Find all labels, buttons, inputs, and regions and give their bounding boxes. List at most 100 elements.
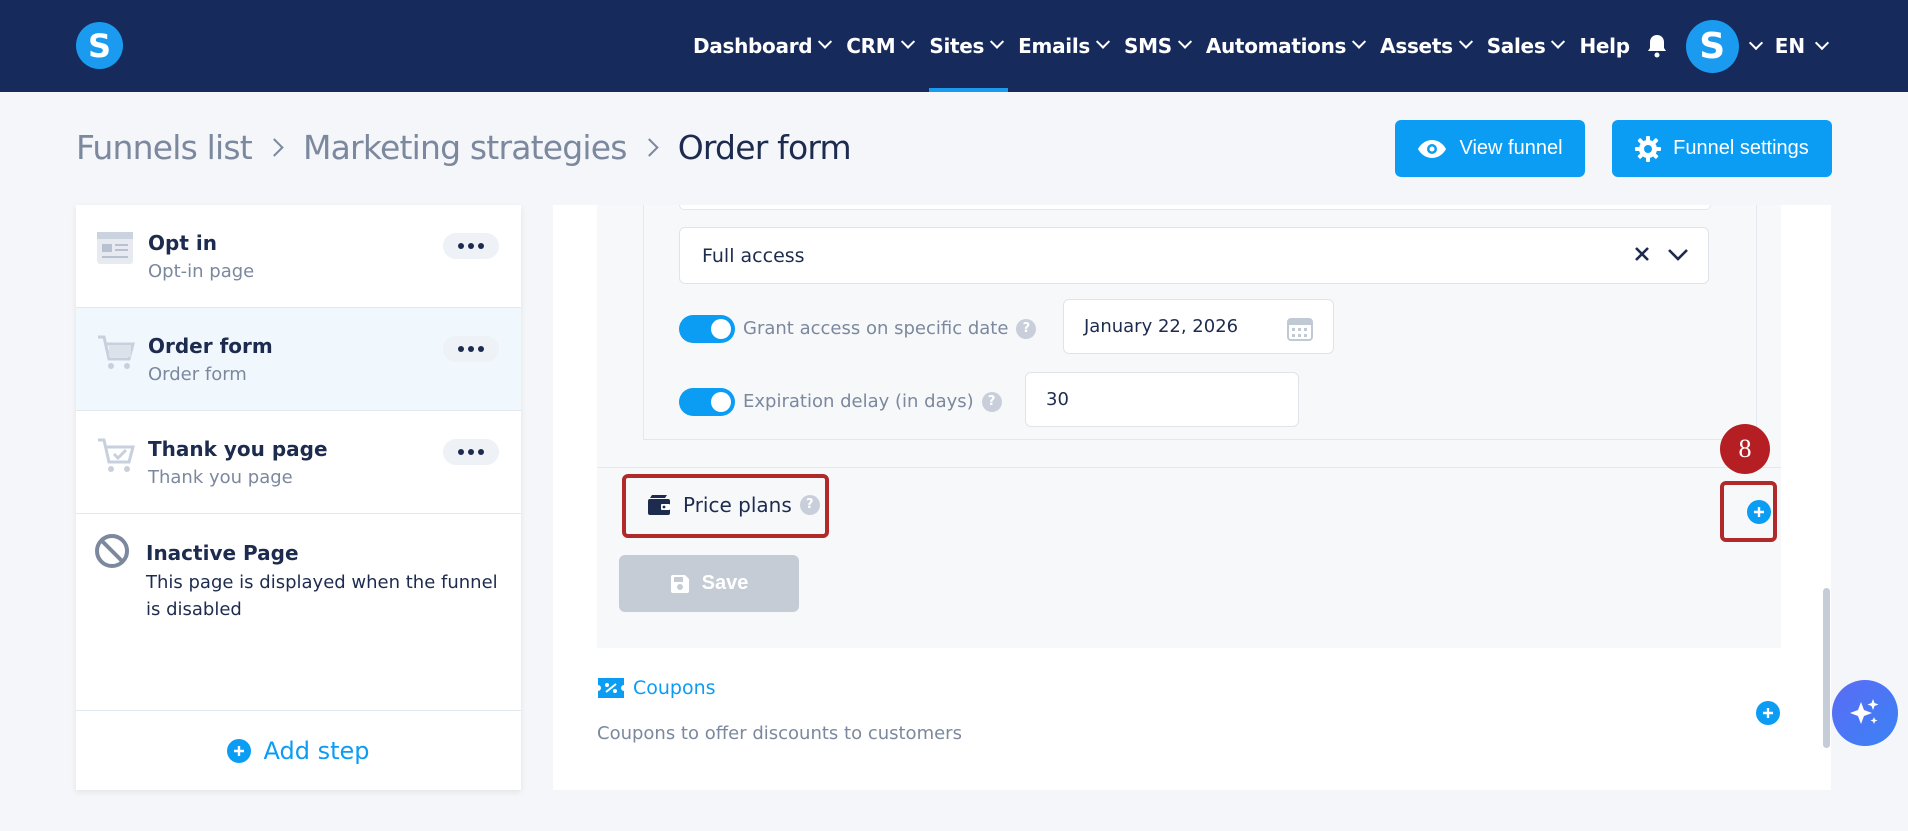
chevron-down-icon[interactable] — [1666, 244, 1690, 264]
add-step-button[interactable]: Add step — [76, 710, 521, 790]
chevron-down-icon — [1352, 34, 1367, 49]
save-label: Save — [701, 572, 749, 594]
view-funnel-label: View funnel — [1459, 137, 1563, 159]
step-title: Opt in — [148, 231, 217, 255]
divider — [597, 467, 1781, 468]
scrollbar[interactable] — [1823, 588, 1830, 748]
chevron-down-icon — [1095, 34, 1111, 49]
expiration-days-value: 30 — [1046, 389, 1069, 410]
nav-label: Assets — [1380, 34, 1453, 58]
coupons-title: Coupons — [633, 677, 716, 699]
cart-icon — [98, 335, 135, 369]
chevron-down-icon — [901, 34, 916, 49]
step-title: Order form — [148, 334, 273, 358]
access-type-value: Full access — [702, 244, 805, 267]
add-coupon-button[interactable] — [1756, 701, 1780, 725]
nav-dashboard[interactable]: Dashboard — [685, 0, 838, 92]
plus-circle-icon — [227, 738, 252, 763]
help-icon[interactable]: ? — [1016, 319, 1037, 339]
gear-icon — [1635, 135, 1662, 162]
nav-label: Emails — [1018, 34, 1090, 58]
nav-label: Help — [1579, 34, 1630, 58]
nav-label: CRM — [846, 34, 896, 58]
calendar-icon[interactable] — [1287, 315, 1313, 341]
funnel-settings-button[interactable]: Funnel settings — [1612, 120, 1832, 177]
grant-date-value: January 22, 2026 — [1084, 316, 1239, 337]
chevron-right-icon — [639, 138, 659, 157]
nav-crm[interactable]: CRM — [838, 0, 921, 92]
app-logo[interactable]: S — [76, 22, 123, 69]
coupon-icon — [598, 678, 624, 698]
nav-automations[interactable]: Automations — [1198, 0, 1372, 92]
cropped-field — [679, 205, 1711, 210]
expiration-label: Expiration delay (in days)? — [743, 391, 1002, 412]
inactive-page-title[interactable]: Inactive Page — [146, 541, 299, 565]
more-options-button[interactable] — [443, 336, 499, 362]
language-selector[interactable]: EN — [1775, 34, 1805, 58]
save-button[interactable]: Save — [619, 555, 799, 612]
grant-access-toggle[interactable] — [679, 315, 735, 343]
breadcrumb: Funnels list Marketing strategies Order … — [76, 128, 852, 167]
more-options-button[interactable] — [443, 439, 499, 465]
nav-sales[interactable]: Sales — [1479, 0, 1572, 92]
step-opt-in[interactable]: Opt in Opt-in page — [76, 205, 521, 308]
grant-date-input[interactable]: January 22, 2026 — [1063, 299, 1334, 354]
highlight-price-plans — [622, 474, 829, 538]
chevron-down-icon — [990, 34, 1005, 49]
plus-icon — [1763, 708, 1773, 718]
page-title: Order form — [677, 128, 852, 167]
inactive-page-description: This page is displayed when the funnel i… — [146, 572, 498, 620]
nav-emails[interactable]: Emails — [1010, 0, 1116, 92]
nav-label: Automations — [1205, 34, 1347, 58]
funnel-steps-panel: Opt in Opt-in page Order form Order form… — [76, 205, 521, 790]
breadcrumb-marketing-strategies[interactable]: Marketing strategies — [303, 128, 628, 167]
chevron-down-icon[interactable] — [1748, 35, 1763, 51]
nav-label: SMS — [1124, 34, 1172, 58]
bell-icon[interactable] — [1646, 34, 1668, 58]
step-subtitle: Opt-in page — [148, 261, 255, 282]
step-subtitle: Order form — [148, 364, 247, 385]
nav-sites[interactable]: Sites — [921, 0, 1010, 92]
expiration-days-input[interactable]: 30 — [1025, 372, 1299, 427]
breadcrumb-funnels-list[interactable]: Funnels list — [76, 128, 253, 167]
more-options-button[interactable] — [443, 233, 499, 259]
step-number-badge: 8 — [1720, 424, 1770, 474]
grant-access-label: Grant access on specific date? — [743, 318, 1037, 339]
help-icon[interactable]: ? — [981, 392, 1002, 412]
view-funnel-button[interactable]: View funnel — [1395, 120, 1585, 177]
disabled-icon — [95, 534, 129, 568]
coupons-description: Coupons to offer discounts to customers — [597, 723, 962, 744]
nav-label: Sales — [1486, 34, 1546, 58]
coupons-header: Coupons — [597, 677, 716, 699]
step-title: Thank you page — [148, 437, 328, 461]
add-step-label: Add step — [263, 736, 370, 765]
main-nav: Dashboard CRM Sites Emails SMS Automatio… — [685, 0, 1841, 92]
floppy-disk-icon — [670, 574, 689, 593]
chevron-down-icon — [1177, 34, 1192, 49]
nav-label: Dashboard — [693, 34, 813, 58]
highlight-add-price-plan — [1720, 481, 1777, 542]
sparkles-icon — [1850, 699, 1879, 724]
chevron-down-icon[interactable] — [1815, 35, 1830, 51]
expiration-toggle[interactable] — [679, 388, 735, 416]
funnel-settings-label: Funnel settings — [1673, 137, 1809, 159]
chevron-down-icon — [818, 34, 833, 49]
eye-icon — [1418, 139, 1447, 158]
chevron-right-icon — [265, 138, 284, 157]
clear-icon[interactable] — [1632, 244, 1652, 264]
step-editor-panel: Full access Grant access on specific dat… — [553, 205, 1831, 790]
page-icon — [97, 232, 133, 264]
nav-sms[interactable]: SMS — [1116, 0, 1198, 92]
chevron-down-icon — [1458, 34, 1473, 49]
chevron-down-icon — [1551, 34, 1566, 49]
access-type-select[interactable]: Full access — [679, 227, 1709, 284]
nav-label: Sites — [929, 34, 985, 58]
top-navbar: S Dashboard CRM Sites Emails SMS Automat… — [0, 0, 1908, 92]
step-order-form[interactable]: Order form Order form — [76, 308, 521, 411]
step-thank-you[interactable]: Thank you page Thank you page — [76, 411, 521, 514]
nav-help[interactable]: Help — [1571, 0, 1637, 92]
nav-assets[interactable]: Assets — [1372, 0, 1479, 92]
user-avatar[interactable]: S — [1685, 19, 1739, 73]
cart-check-icon — [98, 438, 135, 472]
ai-assistant-button[interactable] — [1832, 680, 1898, 746]
